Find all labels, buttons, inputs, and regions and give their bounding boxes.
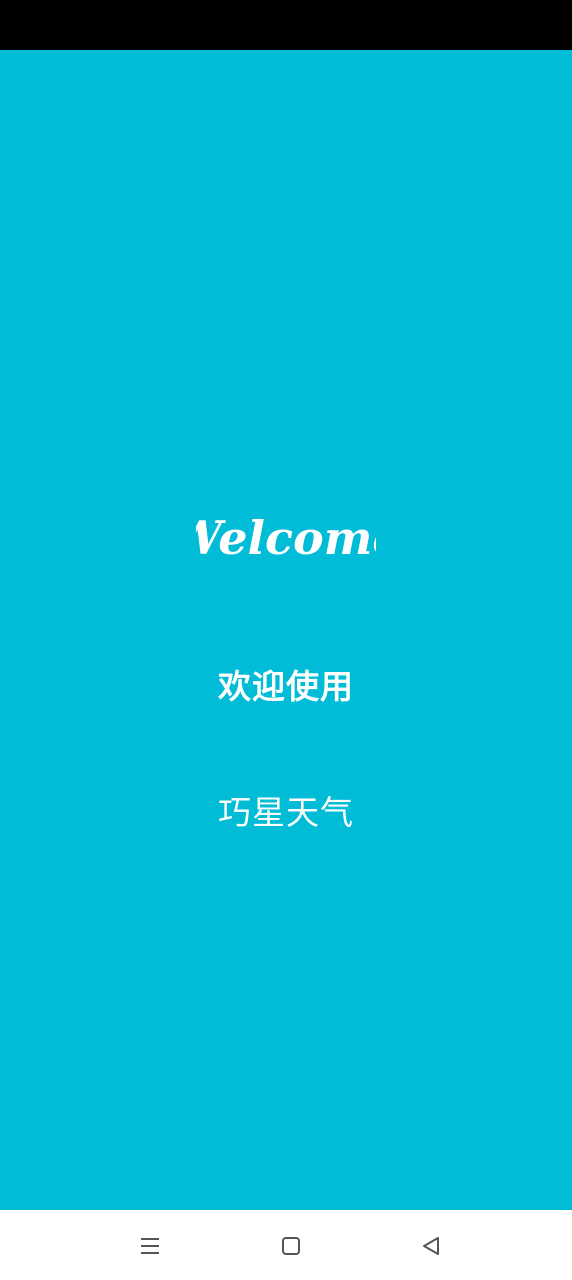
nav-back-button[interactable] (413, 1228, 449, 1264)
app-name: 巧星天气 (218, 793, 354, 832)
nav-home-button[interactable] (273, 1228, 309, 1264)
greeting-text: 欢迎使用 (218, 667, 354, 706)
menu-icon (141, 1238, 159, 1254)
status-bar (0, 0, 572, 50)
welcome-logo: Welcome (196, 511, 376, 565)
navigation-bar (0, 1210, 572, 1280)
nav-menu-button[interactable] (132, 1228, 168, 1264)
back-icon (423, 1237, 439, 1255)
splash-screen (0, 50, 572, 1210)
home-icon (282, 1237, 300, 1255)
svg-text:Welcome: Welcome (196, 511, 376, 565)
